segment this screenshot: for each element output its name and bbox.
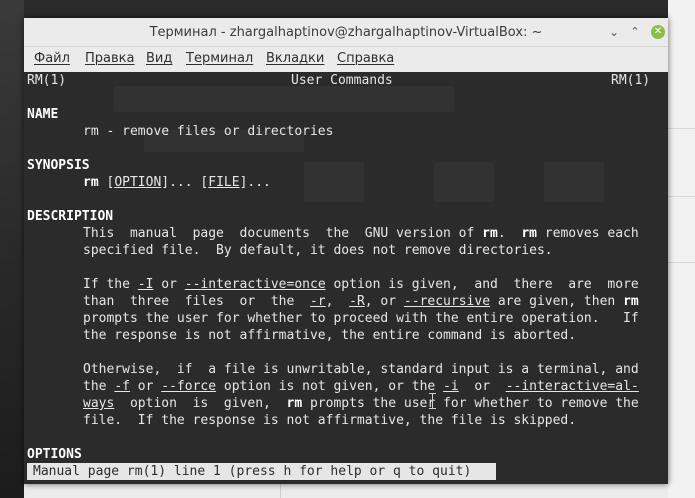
text: the	[83, 379, 115, 394]
text: This manual page documents the GNU versi…	[83, 226, 483, 241]
text: than three files or the	[83, 294, 310, 309]
menu-file[interactable]: Файл	[34, 51, 70, 66]
para3-line-2: the -f or --force option is not given, o…	[83, 378, 639, 395]
option-interactive-always: --interactive=al‐	[505, 379, 639, 394]
rm-bold: rm	[521, 226, 537, 241]
menu-terminal[interactable]: Терминал	[186, 51, 253, 66]
text: If the	[83, 277, 138, 292]
scrollbar[interactable]	[659, 72, 668, 484]
description-line-1: This manual page documents the GNU versi…	[83, 225, 639, 242]
minimize-icon[interactable]: ⌄	[606, 24, 622, 40]
window-title: Терминал - zhargalhaptinov@zhargalhaptin…	[149, 25, 543, 40]
pager-status-bar: Manual page rm(1) line 1 (press h for he…	[27, 463, 496, 480]
text-cursor-icon	[429, 393, 436, 409]
para3-line-3: ways option is given, rm prompts the use…	[83, 395, 639, 412]
text: removes each	[536, 226, 639, 241]
option-force: --force	[161, 379, 217, 394]
ghost-toolbar	[114, 86, 454, 112]
name-text: rm - remove files or directories	[83, 124, 334, 139]
ghost-folder-1	[304, 162, 364, 202]
ghost-folder-3	[544, 162, 604, 202]
para3-line-4: file. If the response is not affirmative…	[83, 413, 577, 428]
option-recursive: --recursive	[403, 294, 491, 309]
desktop-background	[0, 0, 24, 498]
background-window-edge	[668, 0, 695, 498]
man-header: RM(1)	[27, 72, 66, 89]
synopsis-file: FILE	[208, 175, 240, 190]
man-header-center: User Commands	[291, 73, 393, 88]
ghost-folder-2	[434, 162, 494, 202]
section-description-heading: DESCRIPTION	[27, 209, 114, 224]
description-line-2: specified file. By default, it does not …	[83, 243, 553, 258]
option-always-cont: ways	[83, 396, 115, 411]
title-bar[interactable]: Терминал - zhargalhaptinov@zhargalhaptin…	[24, 18, 668, 47]
menu-bar: Файл Правка Вид Терминал Вкладки Справка	[24, 47, 668, 72]
text: or	[153, 277, 185, 292]
section-synopsis-heading: SYNOPSIS	[27, 158, 90, 173]
text: option is not given, or the	[216, 379, 444, 394]
option-i: -i	[443, 379, 459, 394]
close-icon[interactable]: ✕	[651, 25, 665, 39]
section-options-heading: OPTIONS	[27, 447, 82, 462]
terminal-area[interactable]: RM(1) User Commands RM(1) NAME rm - remo…	[24, 72, 668, 484]
menu-help[interactable]: Справка	[337, 51, 394, 66]
text: .	[497, 226, 522, 241]
para2-line-2: than three files or the -r, -R, or --rec…	[83, 293, 639, 310]
para3-line-1: Otherwise, if a file is unwritable, stan…	[83, 362, 639, 377]
text: , or	[364, 294, 404, 309]
synopsis-cmd: rm	[83, 175, 99, 190]
section-name-heading: NAME	[27, 107, 59, 122]
menu-tabs[interactable]: Вкладки	[266, 51, 324, 66]
text: option is given,	[114, 396, 287, 411]
para2-line-3: prompts the user for whether to proceed …	[83, 311, 639, 326]
text: prompts the user for whether to remove t…	[302, 396, 639, 411]
rm-bold: rm	[286, 396, 303, 411]
maximize-icon[interactable]: ⌃	[627, 24, 643, 40]
option-r: -r	[309, 294, 326, 309]
man-header-left: RM(1)	[27, 73, 67, 88]
option-interactive-once: --interactive=once	[184, 277, 326, 292]
man-header-right: RM(1)	[611, 73, 651, 88]
text: are given, then	[490, 294, 624, 309]
para2-line-1: If the -I or --interactive=once option i…	[83, 276, 639, 293]
text: option is given, and there are more	[325, 277, 639, 292]
synopsis-option: OPTION	[114, 175, 162, 190]
menu-view[interactable]: Вид	[146, 51, 172, 66]
text: or	[129, 379, 162, 394]
menu-edit[interactable]: Правка	[85, 51, 134, 66]
background-window-bottom	[24, 484, 668, 498]
text: or	[458, 379, 506, 394]
option-R: -R	[349, 294, 365, 309]
terminal-window: Терминал - zhargalhaptinov@zhargalhaptin…	[24, 18, 668, 484]
option-I: -I	[137, 277, 154, 292]
text: ,	[325, 294, 350, 309]
para2-line-4: the response is not affirmative, the ent…	[83, 328, 577, 343]
rm-bold: rm	[623, 294, 639, 309]
option-f: -f	[114, 379, 130, 394]
synopsis-line: rm [OPTION]... [FILE]...	[83, 175, 271, 190]
rm-bold: rm	[482, 226, 498, 241]
